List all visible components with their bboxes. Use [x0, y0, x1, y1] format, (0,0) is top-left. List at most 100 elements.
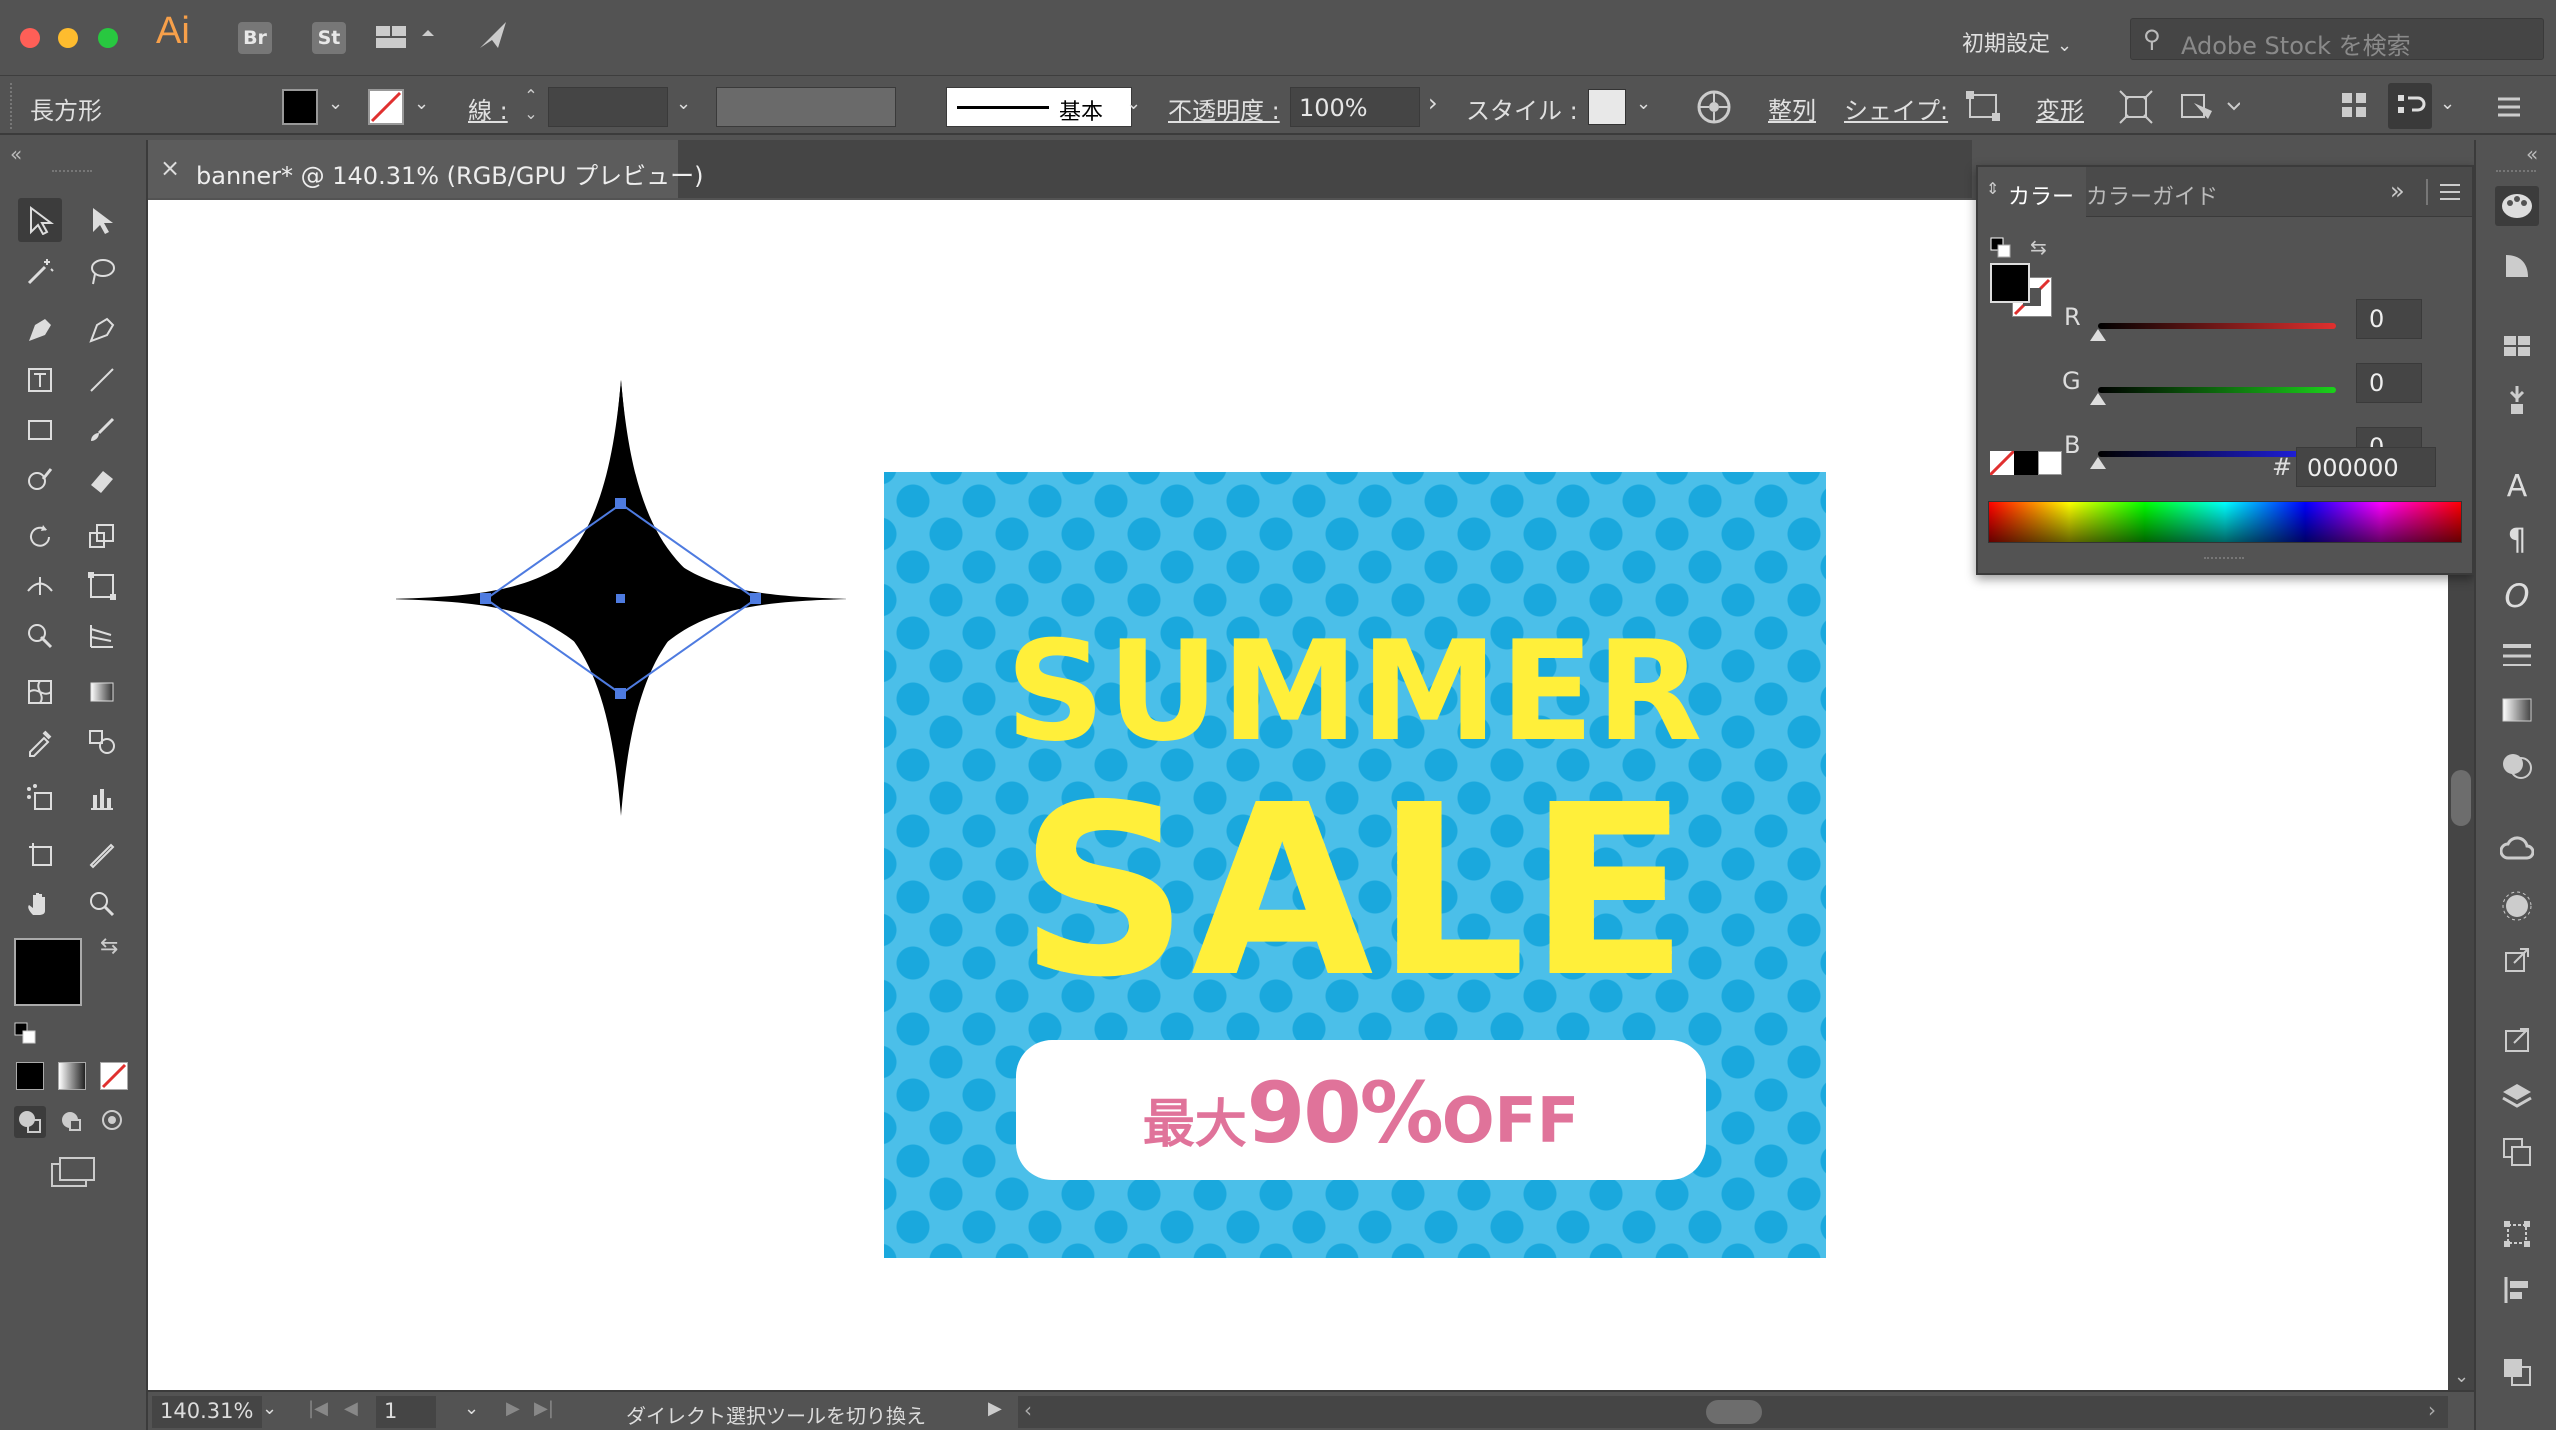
transparency-panel-icon[interactable] [2497, 746, 2537, 786]
hand-tool-icon[interactable] [18, 882, 62, 926]
puppet-warp-icon[interactable] [2180, 89, 2241, 129]
scroll-down-chevron-icon[interactable]: ⌄ [2454, 1366, 2469, 1387]
pen-tool-icon[interactable] [18, 308, 62, 352]
perspective-grid-tool-icon[interactable] [80, 614, 124, 658]
scroll-right-chevron-icon[interactable]: › [2428, 1398, 2436, 1422]
stroke-weight-stepper[interactable]: ⌃ ⌄ [520, 87, 542, 127]
maximize-window-button[interactable] [98, 28, 118, 48]
opacity-input[interactable]: 100% [1290, 87, 1420, 127]
collapse-panel-icon[interactable]: » [2390, 177, 2405, 205]
rectangle-tool-icon[interactable] [18, 408, 62, 452]
last-artboard-icon[interactable]: ▶| [534, 1398, 554, 1419]
scroll-left-chevron-icon[interactable]: ‹ [1024, 1398, 1032, 1422]
recolor-artwork-icon[interactable] [1696, 89, 1732, 129]
gradient-panel-icon[interactable] [2497, 690, 2537, 730]
transform-button[interactable]: 変形 [2036, 91, 2084, 126]
links-panel-icon[interactable] [2497, 1020, 2537, 1060]
close-tab-icon[interactable]: × [160, 154, 180, 182]
style-chevron-icon[interactable]: ⌄ [1636, 93, 1651, 114]
gpu-performance-icon[interactable] [476, 18, 512, 58]
arrange-documents-icon[interactable] [376, 24, 436, 56]
bridge-button[interactable]: Br [238, 22, 272, 54]
free-transform-tool-icon[interactable] [80, 564, 124, 608]
panel-resize-grip[interactable] [2204, 557, 2244, 561]
none-mode-icon[interactable] [100, 1062, 128, 1090]
screen-mode-icon[interactable] [50, 1156, 96, 1194]
draw-inside-icon[interactable] [98, 1106, 130, 1142]
horizontal-scrollbar[interactable]: ‹ › [1018, 1396, 2448, 1428]
brush-chevron-icon[interactable]: ⌄ [1126, 93, 1141, 114]
none-swatch[interactable] [1988, 449, 2016, 477]
eyedropper-tool-icon[interactable] [18, 720, 62, 764]
type-tool-icon[interactable] [18, 358, 62, 402]
isolate-selected-icon[interactable] [2118, 89, 2154, 129]
blend-tool-icon[interactable] [80, 720, 124, 764]
fill-color-swatch[interactable] [14, 938, 82, 1006]
line-segment-tool-icon[interactable] [80, 358, 124, 402]
direct-selection-tool-icon[interactable] [80, 198, 124, 242]
g-slider-handle[interactable] [2090, 393, 2106, 405]
status-message[interactable]: ダイレクト選択ツールを切り換え [626, 1400, 926, 1429]
gradient-tool-icon[interactable] [80, 670, 124, 714]
stroke-swatch[interactable] [368, 89, 404, 125]
expand-panels-icon[interactable]: « [2526, 142, 2538, 166]
panel-toggle-chevron-icon[interactable]: ⌄ [2440, 93, 2455, 114]
default-fill-stroke-icon[interactable] [14, 1022, 38, 1050]
column-graph-tool-icon[interactable] [80, 776, 124, 820]
shape-builder-tool-icon[interactable] [18, 614, 62, 658]
close-window-button[interactable] [20, 28, 40, 48]
slice-tool-icon[interactable] [80, 832, 124, 876]
align-panel-icon[interactable] [2497, 1270, 2537, 1310]
workspace-switcher[interactable]: 初期設定 ⌄ [1962, 26, 2072, 58]
zoom-level-field[interactable]: 140.31% [152, 1396, 262, 1428]
zoom-chevron-icon[interactable]: ⌄ [262, 1398, 277, 1419]
scale-tool-icon[interactable] [80, 514, 124, 558]
transform-panel-icon[interactable] [2497, 1214, 2537, 1254]
fill-swatch[interactable] [282, 89, 318, 125]
minimize-window-button[interactable] [58, 28, 78, 48]
paragraph-panel-icon[interactable]: ¶ [2497, 520, 2537, 560]
draw-normal-icon[interactable] [14, 1106, 46, 1138]
tab-color-guide[interactable]: カラーガイド [2086, 179, 2218, 211]
color-spectrum[interactable] [1988, 501, 2462, 543]
opentype-panel-icon[interactable]: O [2497, 576, 2537, 616]
paintbrush-tool-icon[interactable] [80, 408, 124, 452]
tools-grip[interactable] [52, 170, 92, 174]
selection-tool-icon[interactable] [18, 198, 62, 242]
stroke-weight-chevron-icon[interactable]: ⌄ [676, 93, 691, 114]
width-tool-icon[interactable] [18, 564, 62, 608]
brushes-icon[interactable] [2497, 380, 2537, 420]
first-artboard-icon[interactable]: |◀ [308, 1398, 328, 1419]
rotate-tool-icon[interactable] [18, 514, 62, 558]
layers-panel-icon[interactable] [2497, 1076, 2537, 1116]
black-swatch[interactable] [2014, 451, 2038, 475]
appearance-panel-icon[interactable] [2497, 886, 2537, 926]
stroke-weight-input[interactable] [548, 87, 668, 127]
eraser-tool-icon[interactable] [80, 458, 124, 502]
next-artboard-icon[interactable]: ▶ [506, 1398, 520, 1419]
document-tab[interactable]: × banner* @ 140.31% (RGB/GPU プレビュー) [148, 140, 703, 198]
vertical-scroll-thumb[interactable] [2451, 770, 2471, 826]
g-value-input[interactable]: 0 [2356, 363, 2422, 403]
swap-colors-icon[interactable]: ⇆ [2030, 235, 2047, 259]
curvature-tool-icon[interactable] [80, 308, 124, 352]
swatches-icon[interactable] [2497, 326, 2537, 366]
artboard-number-field[interactable]: 1 [376, 1396, 436, 1428]
horizontal-scroll-thumb[interactable] [1706, 1400, 1762, 1424]
artboards-panel-icon[interactable] [2497, 1132, 2537, 1172]
tab-color[interactable]: ⇕ カラー [1978, 167, 2086, 217]
shaper-tool-icon[interactable] [18, 458, 62, 502]
b-slider-handle[interactable] [2090, 457, 2106, 469]
stroke-weight-label[interactable]: 線 : [468, 91, 508, 126]
variable-width-profile[interactable] [716, 87, 896, 127]
pathfinder-panel-icon[interactable] [2497, 1352, 2537, 1392]
white-swatch[interactable] [2038, 451, 2062, 475]
panel-fill-swatch[interactable] [1990, 263, 2030, 303]
shape-properties-button[interactable]: シェイプ: [1844, 91, 1948, 126]
r-value-input[interactable]: 0 [2356, 299, 2422, 339]
creative-cloud-libraries-icon[interactable] [2497, 828, 2537, 868]
export-panel-icon[interactable] [2497, 940, 2537, 980]
color-mode-icon[interactable] [16, 1062, 44, 1090]
gradient-mode-icon[interactable] [58, 1062, 86, 1090]
align-button[interactable]: 整列 [1768, 91, 1816, 126]
